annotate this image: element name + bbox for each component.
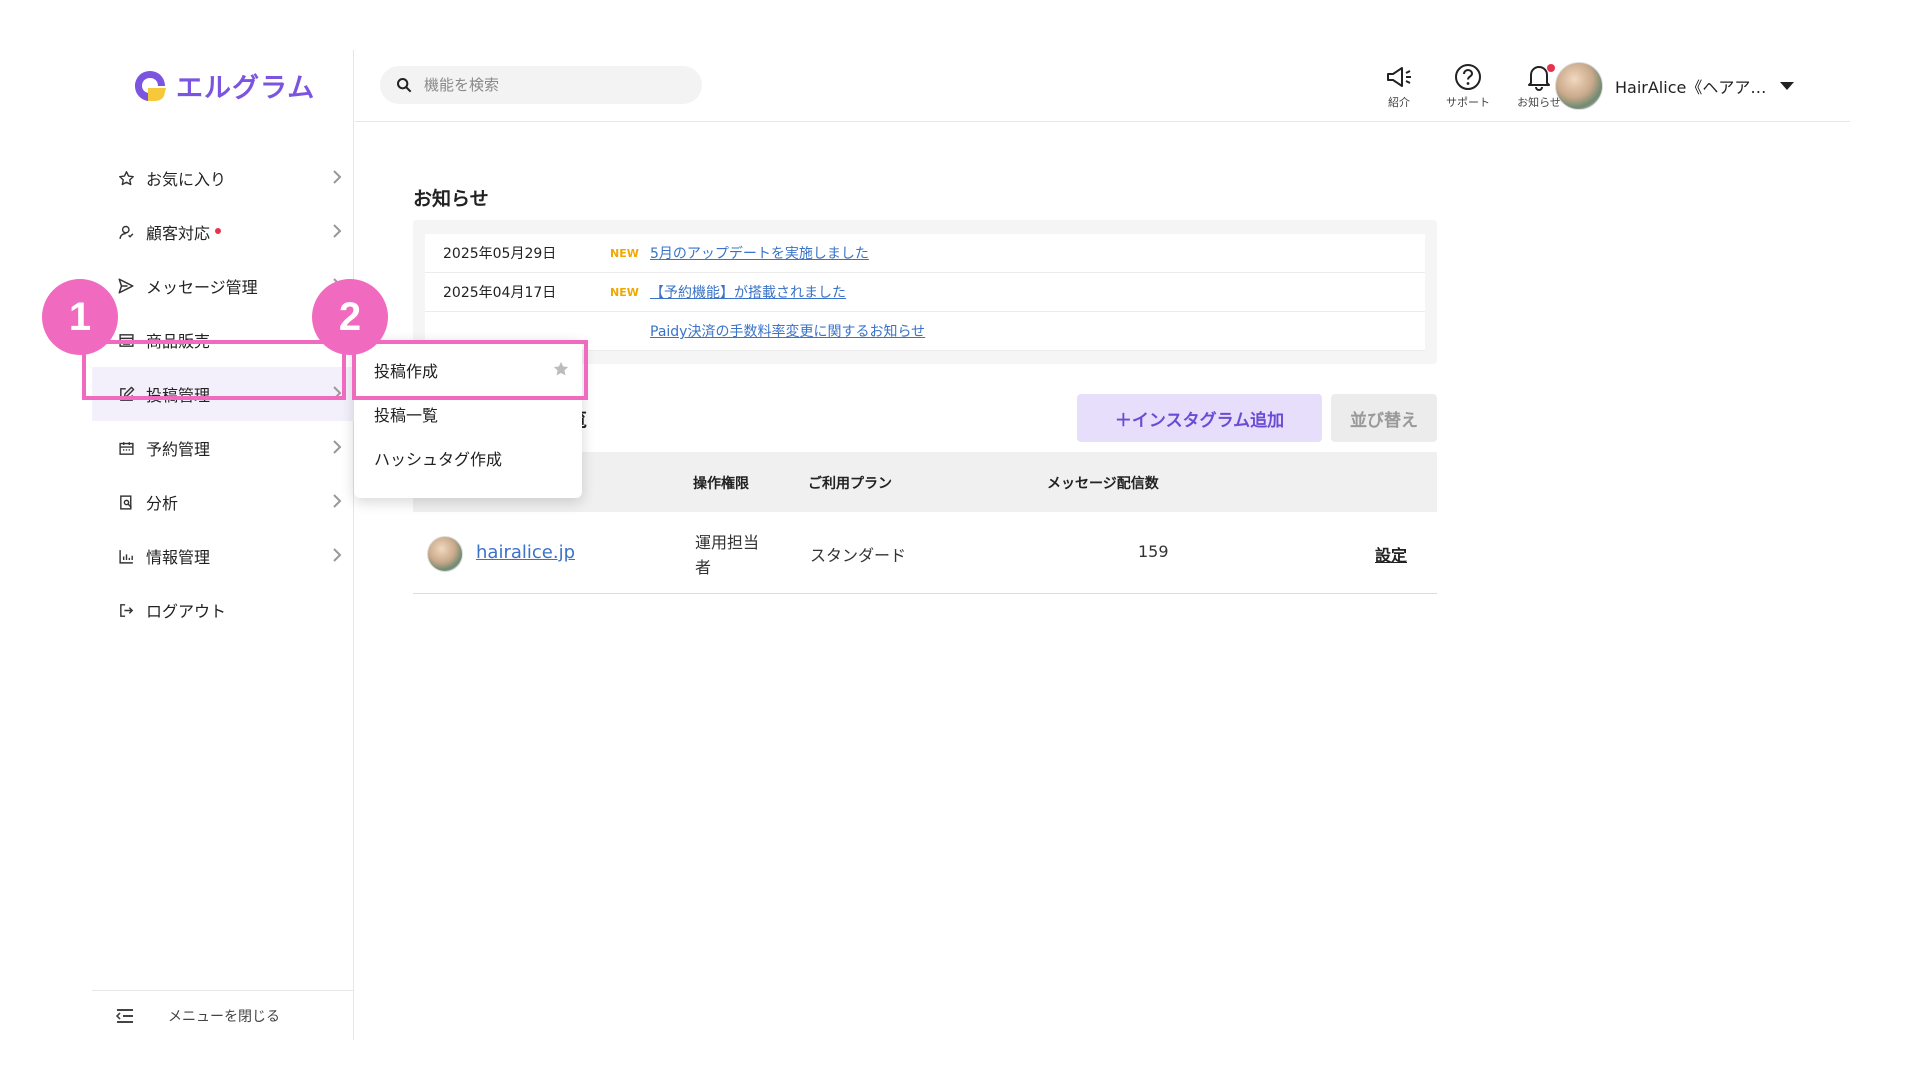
top-bar: 紹介 サポート お知らせ HairAlice《ヘアア… — [355, 50, 1850, 122]
column-header-plan: ご利用プラン — [808, 476, 892, 492]
sidebar-item-analytics[interactable]: 分析 — [92, 475, 354, 529]
search-box[interactable] — [380, 66, 702, 104]
app-logo[interactable]: エルグラム — [132, 66, 315, 105]
caret-down-icon — [1780, 82, 1795, 90]
submenu-item-create-post[interactable]: 投稿作成 — [354, 348, 582, 392]
notice-link[interactable]: Paidy決済の手数料率変更に関するお知らせ — [650, 321, 925, 341]
logo-mark-icon — [135, 70, 166, 101]
submenu-item-label: 投稿作成 — [374, 362, 439, 381]
support-button[interactable]: サポート — [1438, 62, 1498, 110]
submenu-item-label: ハッシュタグ作成 — [374, 450, 503, 469]
sidebar-item-post-management[interactable]: 投稿管理 — [92, 367, 354, 421]
sidebar-item-label: 商品販売 — [146, 332, 211, 351]
sidebar-item-customers[interactable]: 顧客対応 — [92, 205, 354, 259]
referral-label: 紹介 — [1388, 96, 1410, 109]
sidebar-item-logout[interactable]: ログアウト — [92, 583, 354, 637]
step-callout-2: 2 — [312, 279, 388, 355]
submenu-item-post-list[interactable]: 投稿一覧 — [354, 392, 582, 436]
user-menu[interactable]: HairAlice《ヘアア… — [1555, 62, 1795, 110]
sidebar-item-label: 顧客対応 — [146, 224, 211, 243]
search-icon — [397, 78, 412, 93]
submenu-item-label: 投稿一覧 — [374, 406, 439, 425]
notices-title: お知らせ — [413, 188, 489, 210]
column-header-messages: メッセージ配信数 — [1047, 476, 1159, 492]
new-badge: NEW — [610, 285, 639, 299]
sidebar-item-label: 分析 — [146, 494, 179, 513]
settings-link[interactable]: 設定 — [1375, 542, 1407, 566]
sidebar: エルグラム お気に入り 顧客対応 メッセージ管理 商品販売 投稿管理 予約管理 … — [92, 50, 354, 1040]
close-menu-button[interactable]: メニューを閉じる — [92, 990, 354, 1040]
new-badge: NEW — [610, 246, 639, 260]
account-name-link[interactable]: hairalice.jp — [476, 542, 575, 563]
search-input[interactable] — [424, 76, 684, 94]
user-name: HairAlice《ヘアア… — [1615, 78, 1767, 97]
edit-icon — [116, 384, 136, 404]
table-row: hairalice.jp 運用担当者 スタンダード 159 設定 — [413, 512, 1437, 594]
collapse-menu-icon — [116, 1008, 133, 1023]
help-icon — [1455, 64, 1481, 90]
logout-icon — [116, 600, 136, 620]
chevron-right-icon — [333, 386, 342, 400]
chevron-right-icon — [333, 170, 342, 184]
sidebar-item-label: お気に入り — [146, 170, 227, 189]
star-icon — [116, 168, 136, 188]
chevron-right-icon — [333, 224, 342, 238]
calendar-icon — [116, 438, 136, 458]
sidebar-item-label: メッセージ管理 — [146, 278, 258, 297]
account-plan: スタンダード — [810, 546, 907, 565]
post-management-submenu: 投稿作成 投稿一覧 ハッシュタグ作成 — [354, 340, 582, 498]
sidebar-item-info-management[interactable]: 情報管理 — [92, 529, 354, 583]
bar-chart-icon — [116, 546, 136, 566]
account-message-count: 159 — [1138, 542, 1169, 561]
add-instagram-button[interactable]: ＋インスタグラム追加 — [1077, 394, 1322, 442]
megaphone-icon — [1387, 67, 1411, 87]
notice-link[interactable]: 5月のアップデートを実施しました — [650, 243, 869, 263]
notice-link[interactable]: 【予約機能】が搭載されました — [650, 282, 846, 302]
sidebar-item-label: ログアウト — [146, 602, 227, 621]
sort-button[interactable]: 並び替え — [1331, 394, 1437, 442]
account-avatar — [427, 536, 463, 572]
send-icon — [116, 276, 136, 296]
notice-date: 2025年04月17日 — [443, 285, 557, 301]
sidebar-item-label: 投稿管理 — [146, 386, 211, 405]
sidebar-item-label: 予約管理 — [146, 440, 211, 459]
notification-badge — [1547, 64, 1555, 72]
close-menu-label: メニューを閉じる — [168, 1008, 280, 1025]
person-icon — [116, 222, 136, 242]
avatar — [1555, 62, 1603, 110]
store-icon — [116, 330, 136, 350]
chevron-right-icon — [333, 440, 342, 454]
logo-text: エルグラム — [176, 73, 316, 104]
unread-dot — [215, 228, 222, 234]
sidebar-item-label: 情報管理 — [146, 548, 211, 567]
referral-button[interactable]: 紹介 — [1369, 62, 1429, 110]
notice-item: 2025年04月17日 NEW 【予約機能】が搭載されました — [425, 273, 1425, 312]
chevron-right-icon — [333, 494, 342, 508]
chevron-right-icon — [333, 548, 342, 562]
notice-item: 2025年05月29日 NEW 5月のアップデートを実施しました — [425, 234, 1425, 273]
notice-date: 2025年05月29日 — [443, 246, 557, 262]
support-label: サポート — [1446, 96, 1490, 109]
sidebar-item-reservations[interactable]: 予約管理 — [92, 421, 354, 475]
submenu-item-hashtag-create[interactable]: ハッシュタグ作成 — [354, 436, 582, 480]
account-permission: 運用担当者 — [695, 533, 760, 577]
column-header-permission: 操作権限 — [693, 476, 749, 492]
sidebar-nav: お気に入り 顧客対応 メッセージ管理 商品販売 投稿管理 予約管理 分析 情報管… — [92, 151, 354, 637]
step-callout-1: 1 — [42, 279, 118, 355]
report-icon — [116, 492, 136, 512]
favorite-star-icon[interactable] — [552, 360, 570, 378]
notices-list: 2025年05月29日 NEW 5月のアップデートを実施しました 2025年04… — [425, 234, 1425, 351]
sidebar-item-favorites[interactable]: お気に入り — [92, 151, 354, 205]
